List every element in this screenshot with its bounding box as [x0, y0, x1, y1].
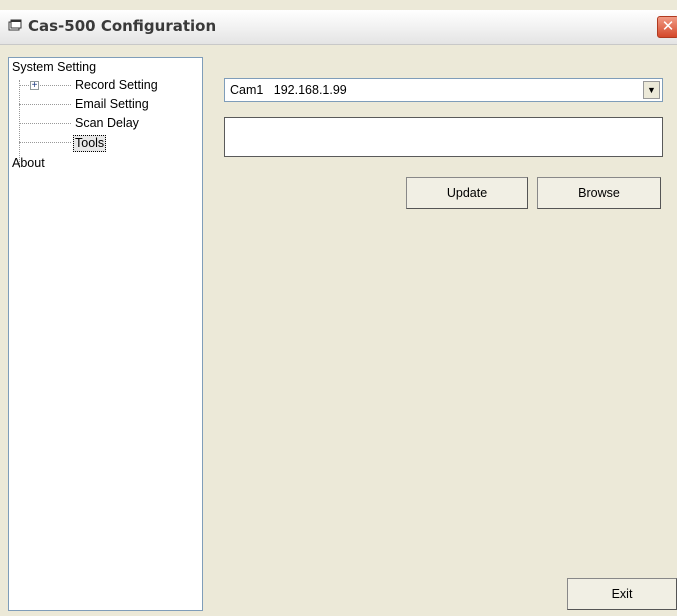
file-path-field[interactable]	[224, 117, 663, 157]
close-button[interactable]: ✕	[657, 16, 677, 38]
tree-item-about[interactable]: About	[12, 156, 45, 171]
window-title: Cas-500 Configuration	[28, 17, 217, 35]
app-window-icon	[8, 19, 22, 31]
tree-connector	[19, 123, 71, 124]
camera-select-value: Cam1 192.168.1.99	[230, 83, 347, 97]
tree-item-record-setting[interactable]: Record Setting	[75, 78, 158, 93]
tree-item-system-setting[interactable]: System Setting	[12, 60, 96, 75]
chevron-down-icon[interactable]: ▼	[643, 81, 660, 99]
client-area: System Setting + Record Setting Email Se…	[0, 45, 677, 616]
settings-tree[interactable]: System Setting + Record Setting Email Se…	[8, 57, 203, 611]
camera-select[interactable]: Cam1 192.168.1.99 ▼	[224, 78, 663, 102]
tree-connector	[19, 104, 71, 105]
exit-button[interactable]: Exit	[567, 578, 677, 610]
tree-item-scan-delay[interactable]: Scan Delay	[75, 116, 139, 131]
tree-connector	[19, 142, 71, 143]
tree-connector	[19, 80, 20, 168]
browse-button[interactable]: Browse	[537, 177, 661, 209]
title-bar: Cas-500 Configuration ✕	[0, 10, 677, 45]
tree-item-email-setting[interactable]: Email Setting	[75, 97, 149, 112]
expand-plus-icon[interactable]: +	[30, 81, 39, 91]
update-button[interactable]: Update	[406, 177, 528, 209]
tree-connector	[19, 85, 71, 86]
config-window: Cas-500 Configuration ✕ System Setting +…	[0, 0, 677, 616]
tree-item-tools[interactable]: Tools	[73, 135, 107, 152]
